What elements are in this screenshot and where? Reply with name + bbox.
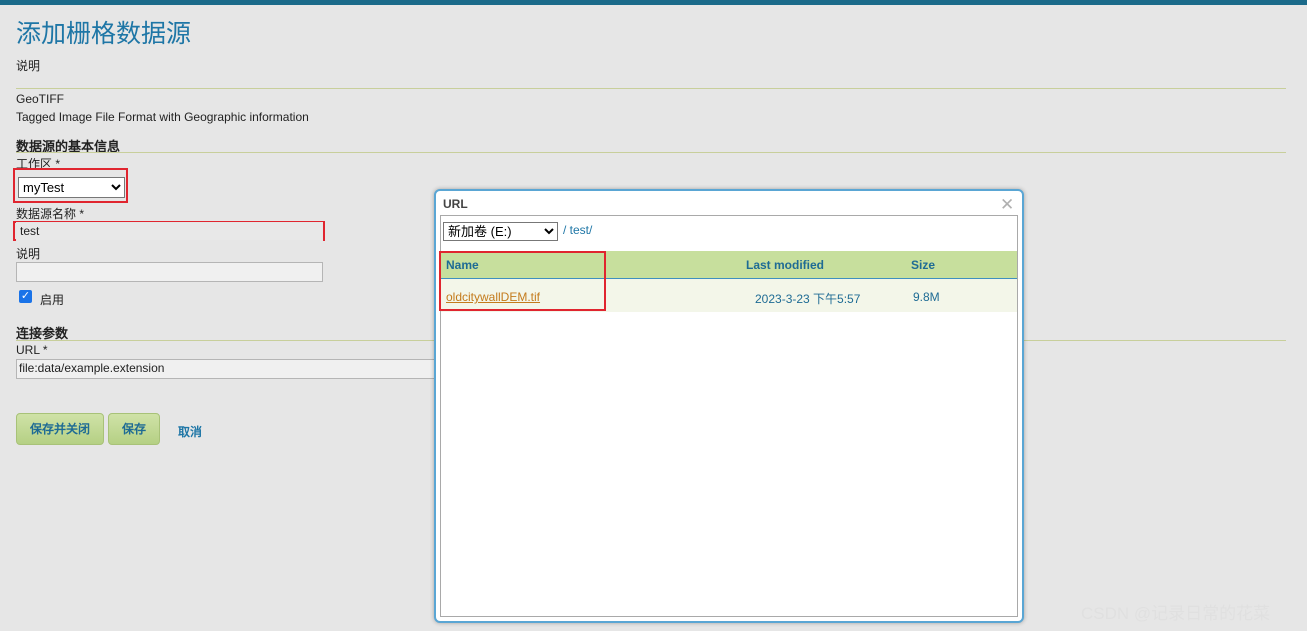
- enabled-checkbox[interactable]: ✓: [19, 290, 32, 303]
- save-close-button[interactable]: 保存并关闭: [16, 413, 104, 445]
- url-browser-dialog: URL ✕ 新加卷 (E:) / test/ Name Last modifie…: [434, 189, 1024, 623]
- desc-field-label: 说明: [16, 247, 41, 261]
- enabled-label: 启用: [40, 293, 65, 307]
- url-label: URL *: [16, 343, 48, 357]
- name-label: 数据源名称 *: [16, 207, 85, 221]
- path-breadcrumb[interactable]: / test/: [563, 223, 592, 237]
- file-size: 9.8M: [913, 290, 940, 304]
- datasource-name-input[interactable]: test: [16, 222, 323, 241]
- drive-select[interactable]: 新加卷 (E:): [443, 222, 558, 241]
- page-title: 添加栅格数据源: [16, 20, 192, 48]
- url-input[interactable]: file:data/example.extension: [16, 359, 436, 379]
- watermark: CSDN @记录日常的花菜: [1081, 604, 1271, 623]
- highlight-box: [439, 251, 606, 311]
- column-modified[interactable]: Last modified: [746, 258, 824, 272]
- file-browser: 新加卷 (E:) / test/ Name Last modified Size…: [439, 215, 1018, 617]
- workspace-select[interactable]: myTest: [18, 177, 125, 198]
- description-input[interactable]: [16, 262, 323, 282]
- dialog-title: URL: [443, 197, 468, 211]
- divider: [16, 88, 1286, 89]
- format-name: GeoTIFF: [16, 92, 65, 106]
- close-icon[interactable]: ✕: [1000, 195, 1014, 215]
- file-modified: 2023-3-23 下午5:57: [755, 292, 861, 306]
- cancel-link[interactable]: 取消: [178, 423, 202, 440]
- column-size[interactable]: Size: [911, 258, 935, 272]
- divider: [16, 152, 1286, 153]
- format-description: Tagged Image File Format with Geographic…: [16, 110, 309, 124]
- save-button[interactable]: 保存: [108, 413, 160, 445]
- description-label: 说明: [16, 59, 41, 73]
